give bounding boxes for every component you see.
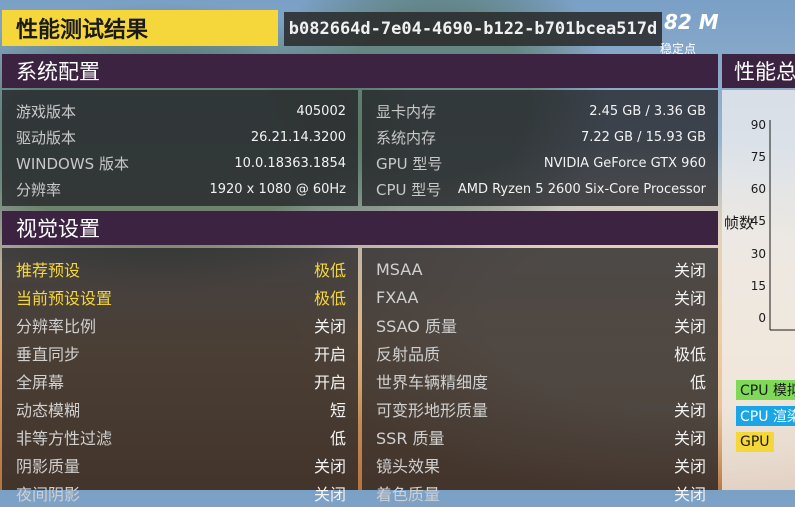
visual-row-lens-effects: 镜头效果 关闭 (362, 451, 718, 479)
row-value: 10.0.18363.1854 (234, 155, 346, 171)
system-row-ram: 系统内存 7.22 GB / 15.93 GB (362, 124, 718, 150)
row-label: 可变形地形质量 (376, 401, 489, 420)
system-right-panel: 显卡内存 2.45 GB / 3.36 GB 系统内存 7.22 GB / 15… (362, 90, 718, 206)
row-value: 关闭 (673, 289, 706, 308)
visual-row-shadow-quality: 阴影质量 关闭 (2, 451, 358, 479)
visual-row-fullscreen: 全屏幕 开启 (2, 367, 358, 395)
y-tick-90: 90 (750, 118, 766, 132)
visual-row-anisotropic: 非等方性过滤 低 (2, 423, 358, 451)
page-title: 性能测试结果 (2, 10, 278, 46)
row-label: 非等方性过滤 (16, 429, 113, 448)
visual-row-ssao: SSAO 质量 关闭 (362, 311, 718, 339)
row-value: 关闭 (313, 457, 346, 476)
row-value: AMD Ryzen 5 2600 Six-Core Processor (457, 181, 706, 197)
y-tick-30: 30 (750, 247, 766, 261)
row-value: 关闭 (673, 485, 706, 504)
system-row-driver-version: 驱动版本 26.21.14.3200 (2, 124, 358, 150)
row-value: 低 (329, 429, 346, 448)
visual-row-reflection: 反射品质 极低 (362, 339, 718, 367)
row-label: 动态模糊 (16, 401, 81, 420)
y-tick-60: 60 (750, 182, 766, 196)
row-label: 游戏版本 (16, 102, 77, 121)
row-label: 反射品质 (376, 345, 441, 364)
row-label: 驱动版本 (16, 128, 77, 147)
visual-row-recommended-preset: 推荐预设 极低 (2, 255, 358, 283)
row-value: 低 (689, 373, 706, 392)
row-value: 关闭 (673, 401, 706, 420)
row-value: 关闭 (673, 429, 706, 448)
legend-gpu: GPU (736, 432, 774, 452)
visual-row-msaa: MSAA 关闭 (362, 255, 718, 283)
y-tick-0: 0 (758, 311, 766, 325)
y-tick-15: 15 (750, 279, 766, 293)
system-row-cpu: CPU 型号 AMD Ryzen 5 2600 Six-Core Process… (362, 176, 718, 202)
visual-row-resolution-scale: 分辨率比例 关闭 (2, 311, 358, 339)
row-value: 关闭 (313, 485, 346, 504)
session-guid: b082664d-7e04-4690-b122-b701bcea517d (284, 12, 662, 46)
visual-row-ssr: SSR 质量 关闭 (362, 423, 718, 451)
row-label: GPU 型号 (376, 154, 443, 173)
row-value: 405002 (296, 103, 346, 119)
system-row-vram: 显卡内存 2.45 GB / 3.36 GB (362, 98, 718, 124)
row-label: 推荐预设 (16, 261, 81, 280)
row-value: 关闭 (673, 317, 706, 336)
visual-row-world-car-lod: 世界车辆精细度 低 (362, 367, 718, 395)
y-axis-label: 帧数 (724, 214, 755, 232)
row-value: 关闭 (673, 457, 706, 476)
row-label: 镜头效果 (376, 457, 441, 476)
legend-cpu-render: CPU 渲染 (736, 406, 795, 426)
system-config-header: 系统配置 (2, 54, 718, 88)
row-value: 7.22 GB / 15.93 GB (580, 129, 706, 145)
row-label: SSAO 质量 (376, 317, 457, 336)
row-label: 着色质量 (376, 485, 441, 504)
system-row-game-version: 游戏版本 405002 (2, 98, 358, 124)
system-row-gpu: GPU 型号 NVIDIA GeForce GTX 960 (362, 150, 718, 176)
row-value: NVIDIA GeForce GTX 960 (543, 155, 706, 171)
row-label: 夜间阴影 (16, 485, 81, 504)
row-value: 关闭 (313, 317, 346, 336)
row-value: 26.21.14.3200 (250, 129, 346, 145)
row-value: 2.45 GB / 3.36 GB (589, 103, 706, 119)
row-value: 关闭 (673, 261, 706, 280)
row-label: 显卡内存 (376, 102, 437, 121)
row-label: 当前预设设置 (16, 289, 113, 308)
row-label: 世界车辆精细度 (376, 373, 489, 392)
row-label: 系统内存 (376, 128, 437, 147)
visual-row-deformable-terrain: 可变形地形质量 关闭 (362, 395, 718, 423)
system-row-resolution: 分辨率 1920 x 1080 @ 60Hz (2, 176, 358, 202)
row-value: 短 (329, 401, 346, 420)
row-value: 开启 (313, 373, 346, 392)
row-label: 全屏幕 (16, 373, 65, 392)
visual-row-current-preset: 当前预设设置 极低 (2, 283, 358, 311)
visual-row-fxaa: FXAA 关闭 (362, 283, 718, 311)
row-value: 开启 (313, 345, 346, 364)
row-label: 垂直同步 (16, 345, 81, 364)
row-label: CPU 型号 (376, 180, 442, 199)
visual-settings-header: 视觉设置 (2, 211, 718, 245)
visual-row-night-shadow: 夜间阴影 关闭 (2, 479, 358, 507)
row-label: FXAA (376, 287, 419, 307)
row-label: SSR 质量 (376, 429, 445, 448)
visual-right-panel: MSAA 关闭 FXAA 关闭 SSAO 质量 关闭 反射品质 极低 世界车辆精… (362, 248, 718, 504)
system-left-panel: 游戏版本 405002 驱动版本 26.21.14.3200 WINDOWS 版… (2, 90, 358, 206)
visual-row-vsync: 垂直同步 开启 (2, 339, 358, 367)
legend-cpu-sim: CPU 模拟 (736, 380, 795, 400)
y-tick-75: 75 (750, 150, 766, 164)
visual-row-shader-quality: 着色质量 关闭 (362, 479, 718, 507)
row-value: 极低 (313, 289, 346, 308)
row-value: 1920 x 1080 @ 60Hz (209, 181, 346, 197)
system-row-windows-version: WINDOWS 版本 10.0.18363.1854 (2, 150, 358, 176)
row-label: MSAA (376, 259, 423, 279)
row-value: 极低 (673, 345, 706, 364)
visual-left-panel: 推荐预设 极低 当前预设设置 极低 分辨率比例 关闭 垂直同步 开启 全屏幕 开… (2, 248, 358, 504)
row-label: 分辨率比例 (16, 317, 97, 336)
row-label: WINDOWS 版本 (16, 154, 129, 173)
visual-row-motion-blur: 动态模糊 短 (2, 395, 358, 423)
row-value: 极低 (313, 261, 346, 280)
performance-header: 性能总 (722, 54, 795, 88)
score-value: 82 M (664, 10, 719, 34)
row-label: 阴影质量 (16, 457, 81, 476)
row-label: 分辨率 (16, 180, 62, 199)
